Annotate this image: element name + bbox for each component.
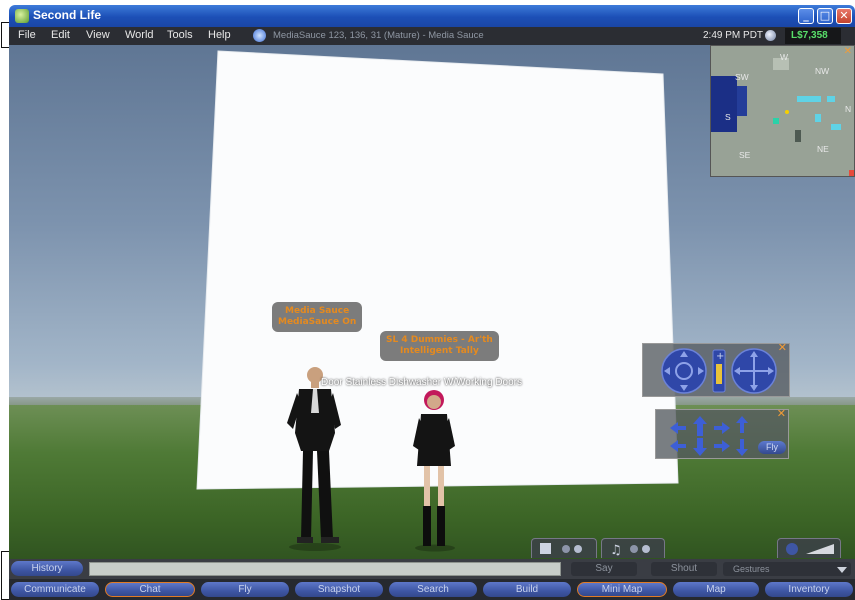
menu-help[interactable]: Help — [208, 29, 231, 41]
fly-button[interactable]: Fly — [201, 582, 289, 597]
globe-icon — [765, 30, 776, 41]
volume-slider-icon — [806, 544, 834, 554]
second-life-app-icon — [15, 9, 29, 23]
svg-text:+: + — [716, 351, 724, 362]
window-title-bar[interactable]: Second Life _ □ ✕ — [9, 5, 855, 27]
chat-button[interactable]: Chat — [105, 582, 195, 597]
search-button[interactable]: Search — [389, 582, 477, 597]
zoom-slider-icon[interactable]: + — [712, 349, 726, 393]
communicate-button[interactable]: Communicate — [11, 582, 99, 597]
nametag-dummies: SL 4 Dummies - Ar'th Intelligent Tally — [380, 331, 499, 361]
bottom-toolbar: Communicate Chat Fly Snapshot Search Bui… — [9, 579, 855, 600]
menu-world[interactable]: World — [125, 29, 154, 41]
compass-ne: NE — [817, 144, 829, 154]
fly-toggle-button[interactable]: Fly — [758, 441, 786, 454]
menu-file[interactable]: File — [18, 29, 36, 41]
callout-bracket-bottom — [1, 551, 9, 600]
object-hover-text: Door Stainless Dishwasher W/Working Door… — [321, 377, 522, 388]
close-button[interactable]: ✕ — [836, 8, 852, 24]
turn-left-arrow-icon — [670, 422, 686, 434]
camera-controls-panel: ✕ + — [642, 341, 790, 397]
volume-control-icons — [786, 543, 834, 555]
music-controls: ♫ — [601, 538, 665, 558]
build-button[interactable]: Build — [483, 582, 571, 597]
backward-arrow-icon — [693, 438, 707, 456]
window-title: Second Life — [33, 8, 102, 22]
avatar-male[interactable] — [277, 363, 347, 553]
callout-bracket-top — [1, 22, 9, 48]
media-control-icons — [540, 543, 582, 554]
pan-joystick-icon[interactable] — [731, 348, 777, 394]
3d-viewport[interactable]: Media Sauce MediaSauce On SL 4 Dummies -… — [9, 45, 855, 559]
compass-nw: NW — [815, 66, 830, 76]
inventory-button[interactable]: Inventory — [765, 582, 853, 597]
movement-controls-panel: ✕ Fly — [655, 407, 789, 459]
mini-map-panel[interactable]: ✕ SW W NW S N SE NE — [710, 45, 855, 177]
say-button[interactable]: Say — [571, 562, 637, 576]
turn-right-arrow-icon — [714, 422, 730, 434]
menu-edit[interactable]: Edit — [51, 29, 70, 41]
compass-n: N — [845, 104, 852, 114]
maximize-button[interactable]: □ — [817, 8, 833, 24]
parcel-info-icon[interactable] — [253, 29, 266, 42]
mini-map-close-icon[interactable]: ✕ — [844, 46, 852, 57]
compass-sw: SW — [735, 72, 749, 82]
media-play-icon — [574, 545, 582, 553]
compass-w: W — [780, 52, 789, 62]
down-arrow-icon — [736, 439, 748, 456]
orbit-joystick-icon[interactable] — [661, 348, 707, 394]
up-arrow-icon — [736, 416, 748, 433]
gestures-label: Gestures — [733, 564, 770, 574]
chat-bar: History Say Shout Gestures — [9, 559, 855, 579]
slide-right-arrow-icon — [714, 440, 730, 452]
music-control-icons: ♫ — [610, 543, 650, 558]
snapshot-button[interactable]: Snapshot — [295, 582, 383, 597]
avatar-female[interactable] — [407, 388, 461, 553]
chevron-down-icon — [837, 567, 847, 573]
shout-button[interactable]: Shout — [651, 562, 717, 576]
menu-tools[interactable]: Tools — [167, 29, 193, 41]
map-button[interactable]: Map — [673, 582, 759, 597]
compass-se: SE — [739, 150, 751, 160]
chat-input[interactable] — [89, 562, 561, 576]
location-text[interactable]: MediaSauce 123, 136, 31 (Mature) - Media… — [273, 30, 484, 41]
clock-text: 2:49 PM PDT — [703, 30, 764, 41]
media-icon — [540, 543, 551, 554]
nametag-media-sauce: Media Sauce MediaSauce On — [272, 302, 363, 332]
linden-balance[interactable]: L$7,358 — [791, 30, 828, 41]
camera-controls: + — [661, 348, 777, 394]
music-stop-icon — [630, 545, 638, 553]
menu-view[interactable]: View — [86, 29, 110, 41]
media-stop-icon — [562, 545, 570, 553]
volume-controls — [777, 538, 841, 558]
mini-map-button[interactable]: Mini Map — [577, 582, 667, 597]
nametag-line-1: Media Sauce — [285, 306, 350, 316]
nametag-line-1: SL 4 Dummies - Ar'th — [386, 335, 493, 345]
music-note-icon: ♫ — [610, 543, 622, 558]
history-button[interactable]: History — [11, 561, 83, 576]
nametag-line-2: MediaSauce On — [278, 317, 357, 327]
slide-left-arrow-icon — [670, 440, 686, 452]
menu-bar: File Edit View World Tools Help MediaSau… — [9, 27, 855, 45]
forward-arrow-icon — [693, 416, 707, 436]
music-play-icon — [642, 545, 650, 553]
mute-speaker-icon — [786, 543, 798, 555]
mini-map-terrain — [711, 46, 854, 176]
nametag-line-2: Intelligent Tally — [399, 346, 479, 356]
gestures-dropdown[interactable]: Gestures — [723, 562, 851, 576]
media-controls — [531, 538, 597, 558]
compass-s: S — [725, 112, 731, 122]
minimize-button[interactable]: _ — [798, 8, 814, 24]
